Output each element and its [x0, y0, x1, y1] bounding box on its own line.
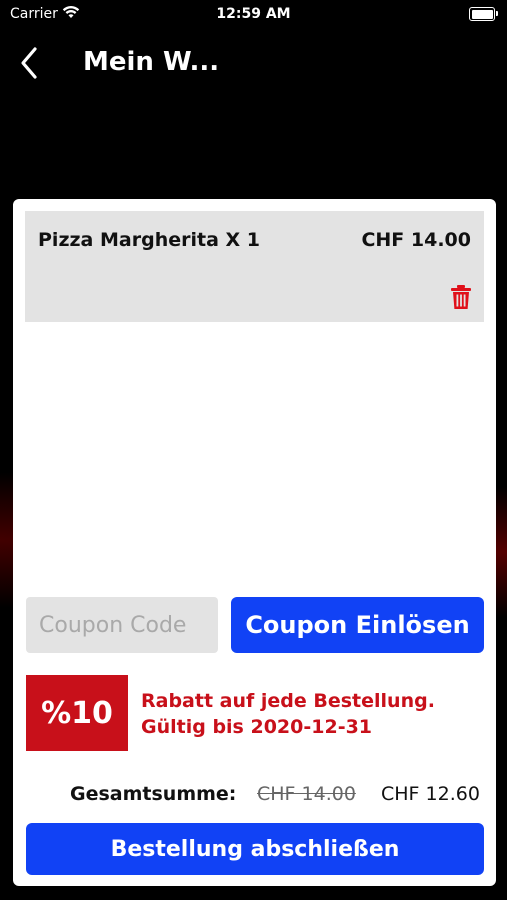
status-time: 12:59 AM: [216, 6, 291, 22]
cart-card: Pizza Margherita X 1 CHF 14.00 Coupon Ei…: [13, 199, 496, 886]
discount-badge: %10: [26, 675, 128, 751]
page-title: Mein W...: [83, 47, 220, 77]
navigation-bar: Mein W...: [0, 40, 507, 86]
battery-icon: [469, 7, 498, 21]
total-original-price: CHF 14.00: [257, 783, 356, 805]
cart-item-name: Pizza Margherita X 1: [38, 229, 260, 251]
total-discounted-price: CHF 12.60: [381, 783, 480, 805]
discount-line-2: Gültig bis 2020-12-31: [141, 716, 373, 738]
cart-item: Pizza Margherita X 1 CHF 14.00: [25, 211, 484, 322]
trash-icon[interactable]: [450, 284, 472, 310]
total-label: Gesamtsumme:: [70, 783, 237, 805]
total-row: Gesamtsumme: CHF 14.00 CHF 12.60: [13, 783, 496, 811]
discount-line-1: Rabatt auf jede Bestellung.: [141, 690, 435, 712]
discount-description: Rabatt auf jede Bestellung. Gültig bis 2…: [141, 688, 435, 740]
back-chevron-icon[interactable]: [18, 46, 42, 80]
redeem-coupon-button[interactable]: Coupon Einlösen: [231, 597, 484, 653]
checkout-button[interactable]: Bestellung abschließen: [26, 823, 484, 875]
cart-item-price: CHF 14.00: [361, 229, 471, 251]
coupon-code-input[interactable]: [26, 597, 218, 653]
status-bar: Carrier 12:59 AM: [0, 0, 507, 28]
